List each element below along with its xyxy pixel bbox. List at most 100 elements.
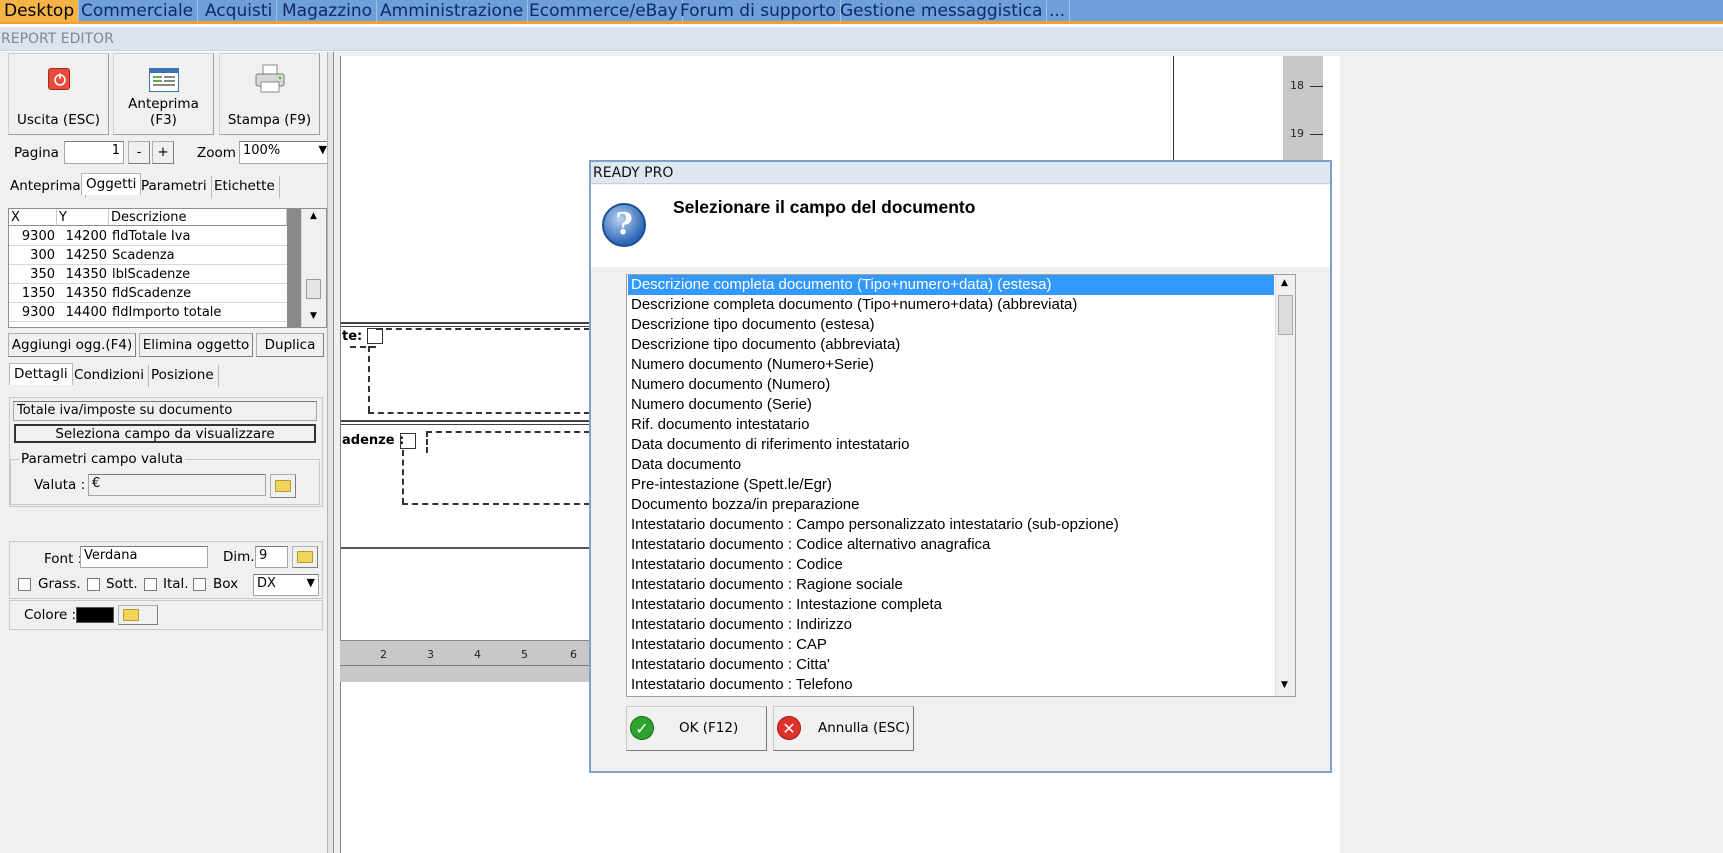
tab-dettagli[interactable]: Dettagli [9,363,73,385]
list-item[interactable]: Rif. documento intestatario [628,415,1274,435]
cell-descrizione: fldImporto totale [112,305,222,320]
scroll-up-icon[interactable]: ▲ [1281,278,1288,288]
size-input[interactable]: 9 [255,546,288,568]
list-item[interactable]: Intestatario documento : Codice alternat… [628,535,1274,555]
tab-etichette[interactable]: Etichette [210,176,280,198]
menu-tab-amministrazione[interactable]: Amministrazione [376,0,529,22]
table-row[interactable]: 9300 14200 fldTotale Iva [9,227,287,246]
align-select[interactable]: DX ▼ [253,574,319,596]
bold-checkbox[interactable] [18,578,31,591]
add-object-button[interactable]: Aggiungi ogg.(F4) [8,333,136,357]
list-item[interactable]: Pre-intestazione (Spett.le/Egr) [628,475,1274,495]
cell-descrizione: Scadenza [112,248,175,263]
list-item[interactable]: Intestatario documento : CAP [628,635,1274,655]
tab-parametri[interactable]: Parametri [137,176,212,198]
list-item[interactable]: Numero documento (Numero+Serie) [628,355,1274,375]
delete-object-button[interactable]: Elimina oggetto [139,333,253,357]
zoom-select[interactable]: 100% ▼ [239,141,331,164]
band-separator [341,322,591,324]
dashed-field-box[interactable] [367,328,383,344]
scroll-down-icon[interactable]: ▼ [1281,680,1288,690]
table-row[interactable]: 1350 14350 fldScadenze [9,284,287,303]
menu-tab-desktop[interactable]: Desktop [0,0,80,22]
tab-anteprima[interactable]: Anteprima [6,176,86,198]
currency-input[interactable]: € [88,474,266,496]
page-plus-button[interactable]: + [152,141,174,164]
column-header-descrizione[interactable]: Descrizione [109,209,287,226]
cancel-button[interactable]: ✕ Annulla (ESC) [773,706,914,751]
page-input[interactable]: 1 [64,141,124,164]
underline-checkbox[interactable] [87,578,100,591]
menu-tab-forum[interactable]: Forum di supporto [676,0,841,22]
list-item[interactable]: Descrizione completa documento (Tipo+num… [628,295,1274,315]
duplicate-button[interactable]: Duplica [256,333,324,357]
list-item[interactable]: Numero documento (Serie) [628,395,1274,415]
list-item[interactable]: Intestatario documento : Ragione sociale [628,575,1274,595]
ok-button[interactable]: ✓ OK (F12) [626,706,767,751]
dashed-field-outline [402,503,590,505]
dialog-title: READY PRO [593,165,674,181]
color-browse-button[interactable] [118,605,158,625]
box-label: Box [213,576,239,592]
list-item[interactable]: Intestatario documento : Codice [628,555,1274,575]
list-item[interactable]: Numero documento (Numero) [628,375,1274,395]
preview-button[interactable]: Anteprima (F3) [113,53,214,135]
currency-group-label: Parametri campo valuta [19,451,186,467]
exit-button[interactable]: Uscita (ESC) [8,53,109,135]
box-checkbox[interactable] [193,578,206,591]
dialog-titlebar[interactable]: READY PRO [591,162,1330,184]
list-item[interactable]: Intestatario documento : Telefono [628,675,1274,695]
scroll-down-icon[interactable]: ▼ [310,311,317,321]
italic-checkbox[interactable] [144,578,157,591]
menu-tab-messaggistica[interactable]: Gestione messaggistica [836,0,1048,22]
column-header-y[interactable]: Y [57,209,109,226]
list-item[interactable]: Intestatario documento : Campo personali… [628,515,1274,535]
ruler-number: 2 [380,648,387,661]
table-row[interactable]: 350 14350 lblScadenze [9,265,287,284]
canvas-label-scadenze[interactable]: adenze : [342,433,404,448]
menu-tab-acquisti[interactable]: Acquisti [201,0,278,22]
underline-label: Sott. [106,576,138,592]
list-item[interactable]: Data documento di riferimento intestatar… [628,435,1274,455]
scroll-thumb[interactable] [306,279,321,299]
chevron-down-icon: ▼ [318,143,327,156]
scroll-up-icon[interactable]: ▲ [310,211,317,221]
cell-y: 14350 [65,267,107,282]
tab-oggetti[interactable]: Oggetti [81,173,142,195]
currency-browse-button[interactable] [270,474,296,498]
ruler-number: 19 [1290,127,1304,140]
band-separator [341,326,591,327]
font-input[interactable]: Verdana [80,546,208,568]
menu-tab-more[interactable]: ... [1045,0,1071,22]
list-item[interactable]: Intestatario documento : Citta' [628,655,1274,675]
listbox-scrollbar[interactable]: ▲ ▼ [1275,275,1295,696]
exit-label: Uscita (ESC) [16,112,100,128]
list-item[interactable]: Documento bozza/in preparazione [628,495,1274,515]
panel-splitter[interactable] [327,52,334,853]
font-browse-button[interactable] [292,546,318,568]
scroll-thumb[interactable] [1278,295,1293,335]
menu-tab-commerciale[interactable]: Commerciale [77,0,199,22]
dashed-field-box[interactable] [400,433,416,449]
print-button[interactable]: Stampa (F9) [219,53,320,135]
select-field-button[interactable]: Seleziona campo da visualizzare [14,424,316,443]
list-item[interactable]: Data documento [628,455,1274,475]
list-item[interactable]: Descrizione completa documento (Tipo+num… [628,275,1274,295]
list-item[interactable]: Descrizione tipo documento (abbreviata) [628,335,1274,355]
table-scrollbar[interactable]: ▲ ▼ [301,209,326,327]
table-row[interactable]: 9300 14400 fldImporto totale [9,303,287,322]
column-header-x[interactable]: X [9,209,57,226]
menu-tab-magazzino[interactable]: Magazzino [278,0,378,22]
tab-posizione[interactable]: Posizione [147,365,219,387]
table-row[interactable]: 300 14250 Scadenza [9,246,287,265]
tab-condizioni[interactable]: Condizioni [70,365,149,387]
cell-x: 9300 [21,229,55,244]
page-minus-button[interactable]: - [128,141,150,164]
list-item[interactable]: Intestatario documento : Indirizzo [628,615,1274,635]
field-listbox[interactable]: Descrizione completa documento (Tipo+num… [626,274,1296,697]
list-item[interactable]: Intestatario documento : Intestazione co… [628,595,1274,615]
band-separator [341,420,591,422]
menu-tab-ecommerce[interactable]: Ecommerce/eBay [525,0,683,22]
canvas-label-scadenza[interactable]: te: [342,329,362,344]
list-item[interactable]: Descrizione tipo documento (estesa) [628,315,1274,335]
